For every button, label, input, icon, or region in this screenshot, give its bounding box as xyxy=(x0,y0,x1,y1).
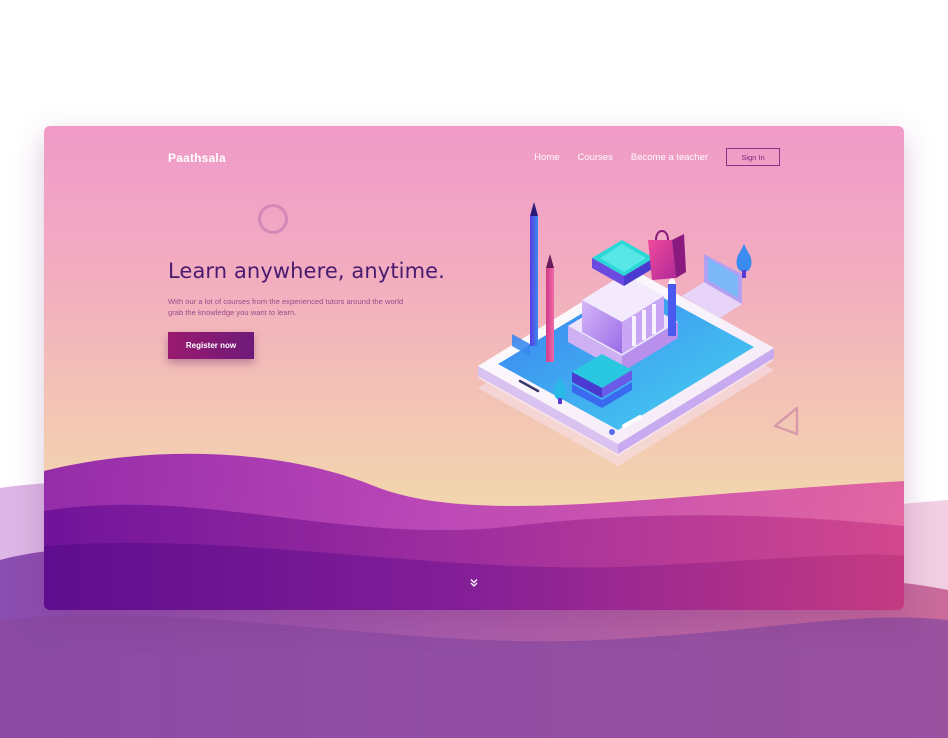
page-stage: Paathsala Home Courses Become a teacher … xyxy=(0,0,948,738)
landing-card: Paathsala Home Courses Become a teacher … xyxy=(44,126,904,610)
circle-outline-icon xyxy=(258,204,288,234)
nav-links: Home Courses Become a teacher Sign In xyxy=(516,148,780,166)
nav-link-become-teacher[interactable]: Become a teacher xyxy=(631,152,708,163)
double-chevron-down-icon[interactable] xyxy=(469,578,479,588)
brand-logo[interactable]: Paathsala xyxy=(168,151,226,165)
register-now-button[interactable]: Register now xyxy=(168,332,254,359)
isometric-phone-school-illustration xyxy=(478,202,774,466)
top-nav: Paathsala Home Courses Become a teacher … xyxy=(44,126,904,190)
hero-subtitle: With our a lot of courses from the exper… xyxy=(168,297,404,317)
nav-link-home[interactable]: Home xyxy=(534,152,559,163)
sign-in-button[interactable]: Sign In xyxy=(726,148,780,166)
hero-title: Learn anywhere, anytime. xyxy=(168,259,445,283)
nav-link-courses[interactable]: Courses xyxy=(578,152,613,163)
